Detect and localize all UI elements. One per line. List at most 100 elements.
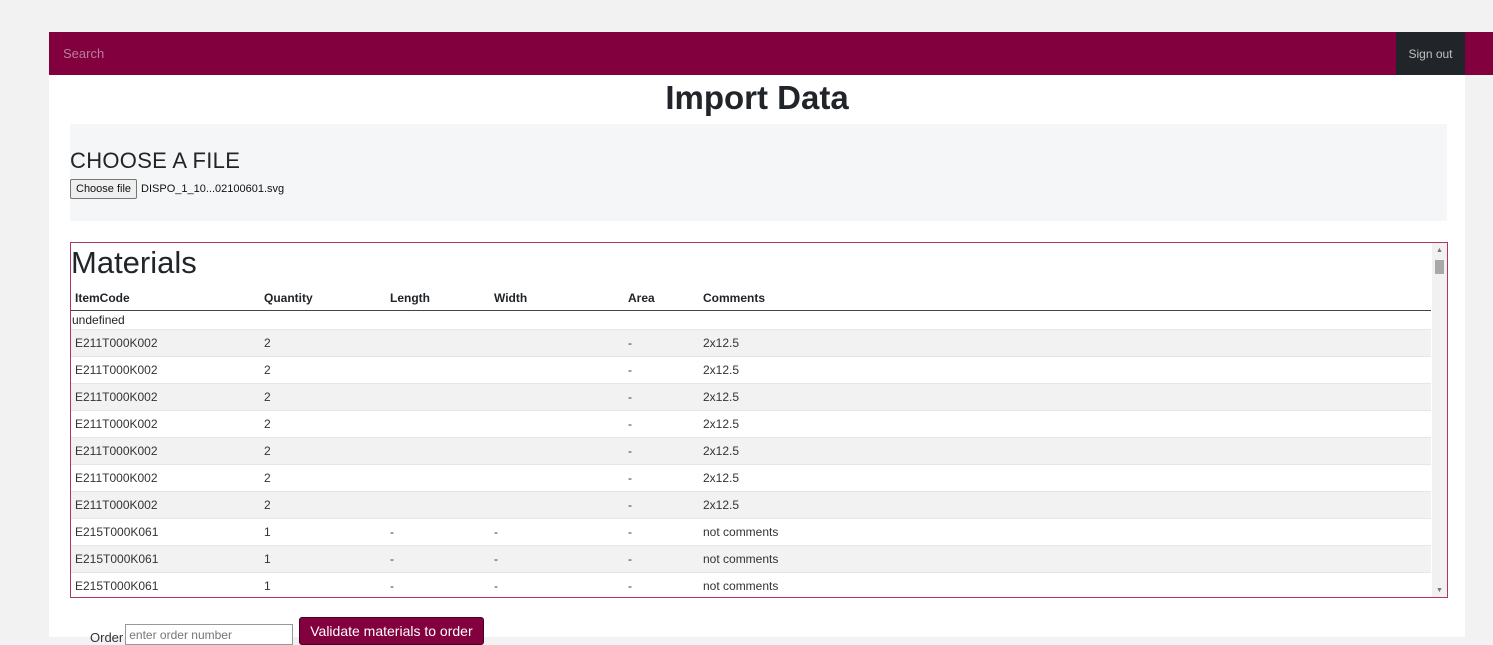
file-section-heading: CHOOSE A FILE [70, 148, 241, 173]
cell-itemcode: E211T000K002 [71, 437, 260, 465]
cell-itemcode: E215T000K061 [71, 572, 260, 597]
cell-quantity: 2 [260, 329, 386, 357]
cell-comments: not comments [699, 545, 1431, 573]
cell-length [386, 329, 490, 357]
cell-itemcode: E211T000K002 [71, 383, 260, 411]
cell-area: - [624, 545, 699, 573]
cell-comments: 2x12.5 [699, 437, 1431, 465]
cell-area: - [624, 329, 699, 357]
materials-panel[interactable]: Materials ItemCode Quantity Length Width… [70, 242, 1448, 598]
selected-file-name: DISPO_1_10...02100601.svg [141, 183, 285, 195]
file-input-row: Choose file DISPO_1_10...02100601.svg [70, 179, 284, 199]
cell-width [490, 491, 624, 519]
cell-quantity: 2 [260, 491, 386, 519]
cell-length [386, 437, 490, 465]
cell-quantity: 1 [260, 545, 386, 573]
sign-out-button[interactable]: Sign out [1396, 32, 1465, 75]
cell-comments: 2x12.5 [699, 329, 1431, 357]
order-label: Order [90, 630, 124, 645]
cell-length: - [386, 518, 490, 546]
materials-table-body: undefined E211T000K002 2-2x12.5 E211T000K0… [71, 311, 1431, 597]
cell-itemcode: E211T000K002 [71, 464, 260, 492]
cell-length [386, 464, 490, 492]
cell-comments: 2x12.5 [699, 410, 1431, 438]
materials-table-wrapper: ItemCode Quantity Length Width Area Comm… [71, 285, 1431, 597]
group-label: undefined [72, 313, 125, 327]
cell-width [490, 437, 624, 465]
cell-area: - [624, 437, 699, 465]
cell-comments: 2x12.5 [699, 491, 1431, 519]
cell-width [490, 329, 624, 357]
cell-area: - [624, 518, 699, 546]
materials-table: ItemCode Quantity Length Width Area Comm… [71, 285, 1431, 597]
cell-area: - [624, 491, 699, 519]
cell-length [386, 410, 490, 438]
order-row: Order Validate materials to order [90, 617, 484, 645]
cell-itemcode: E215T000K061 [71, 545, 260, 573]
cell-itemcode: E211T000K002 [71, 491, 260, 519]
cell-area: - [624, 410, 699, 438]
choose-file-button[interactable]: Choose file [70, 179, 138, 199]
table-header-row: ItemCode Quantity Length Width Area Comm… [71, 285, 1431, 311]
column-header-width: Width [490, 285, 624, 311]
group-row: undefined [71, 311, 1431, 330]
cell-quantity: 2 [260, 383, 386, 411]
column-header-quantity: Quantity [260, 285, 386, 311]
cell-area: - [624, 356, 699, 384]
scroll-up-icon[interactable]: ▲ [1432, 243, 1447, 257]
cell-quantity: 2 [260, 410, 386, 438]
table-row: E211T000K002 2 -2x12.5 [71, 356, 1431, 384]
cell-comments: 2x12.5 [699, 383, 1431, 411]
main-content: Import Data CHOOSE A FILE Choose file DI… [49, 75, 1465, 645]
table-row: E211T000K002 2 -2x12.5 [71, 410, 1431, 438]
cell-itemcode: E215T000K061 [71, 518, 260, 546]
cell-width: - [490, 545, 624, 573]
cell-width [490, 383, 624, 411]
cell-area: - [624, 383, 699, 411]
column-header-length: Length [386, 285, 490, 311]
table-row: E215T000K061 1- - - not comments [71, 572, 1431, 597]
cell-width [490, 410, 624, 438]
table-row: E211T000K002 2 -2x12.5 [71, 383, 1431, 411]
scroll-thumb[interactable] [1435, 260, 1444, 274]
table-row: E211T000K002 2 -2x12.5 [71, 329, 1431, 357]
table-row: E215T000K061 1- - - not comments [71, 545, 1431, 573]
cell-length [386, 383, 490, 411]
cell-width [490, 356, 624, 384]
cell-itemcode: E211T000K002 [71, 329, 260, 357]
cell-itemcode: E211T000K002 [71, 410, 260, 438]
cell-area: - [624, 572, 699, 597]
cell-width [490, 464, 624, 492]
cell-quantity: 2 [260, 356, 386, 384]
page-title: Import Data [665, 79, 849, 116]
top-navbar: Sign out [49, 32, 1493, 75]
table-row: E215T000K061 1- - - not comments [71, 518, 1431, 546]
table-row: E211T000K002 2 -2x12.5 [71, 437, 1431, 465]
cell-length: - [386, 572, 490, 597]
table-scrollbar[interactable]: ▲ ▼ [1432, 243, 1447, 597]
table-row: E211T000K002 2 -2x12.5 [71, 464, 1431, 492]
cell-width: - [490, 518, 624, 546]
cell-quantity: 1 [260, 572, 386, 597]
order-number-input[interactable] [125, 624, 294, 645]
cell-area: - [624, 464, 699, 492]
file-chooser-panel: CHOOSE A FILE Choose file DISPO_1_10...0… [70, 124, 1447, 221]
cell-comments: 2x12.5 [699, 356, 1431, 384]
column-header-itemcode: ItemCode [71, 285, 260, 311]
cell-quantity: 2 [260, 464, 386, 492]
cell-comments: 2x12.5 [699, 464, 1431, 492]
validate-materials-button[interactable]: Validate materials to order [299, 617, 484, 645]
cell-comments: not comments [699, 572, 1431, 597]
cell-itemcode: E211T000K002 [71, 356, 260, 384]
cell-length: - [386, 545, 490, 573]
scroll-down-icon[interactable]: ▼ [1432, 583, 1447, 597]
table-row: E211T000K002 2 -2x12.5 [71, 491, 1431, 519]
cell-length [386, 356, 490, 384]
cell-quantity: 1 [260, 518, 386, 546]
materials-title: Materials [71, 245, 197, 280]
column-header-comments: Comments [699, 285, 1431, 311]
cell-quantity: 2 [260, 437, 386, 465]
search-input[interactable] [49, 32, 1396, 75]
column-header-area: Area [624, 285, 699, 311]
cell-width: - [490, 572, 624, 597]
